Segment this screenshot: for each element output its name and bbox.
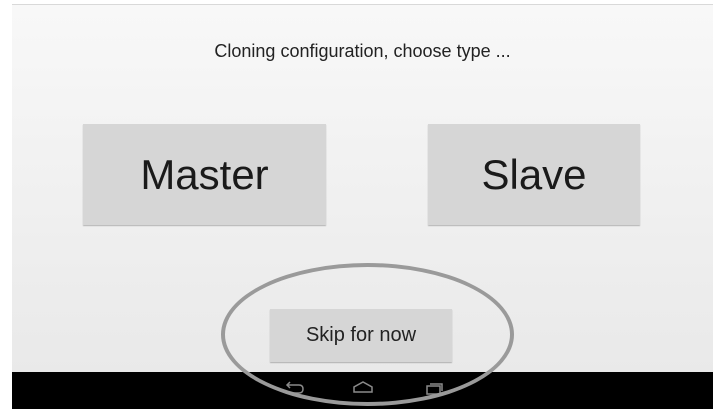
master-button[interactable]: Master xyxy=(83,124,326,225)
home-icon[interactable] xyxy=(350,378,376,398)
back-icon[interactable] xyxy=(280,378,306,398)
app-screen: Cloning configuration, choose type ... M… xyxy=(12,4,713,373)
prompt-text: Cloning configuration, choose type ... xyxy=(214,41,511,61)
system-navigation-bar xyxy=(12,372,713,409)
slave-button[interactable]: Slave xyxy=(428,124,640,225)
skip-for-now-button[interactable]: Skip for now xyxy=(270,309,452,362)
recent-apps-icon[interactable] xyxy=(420,378,446,398)
